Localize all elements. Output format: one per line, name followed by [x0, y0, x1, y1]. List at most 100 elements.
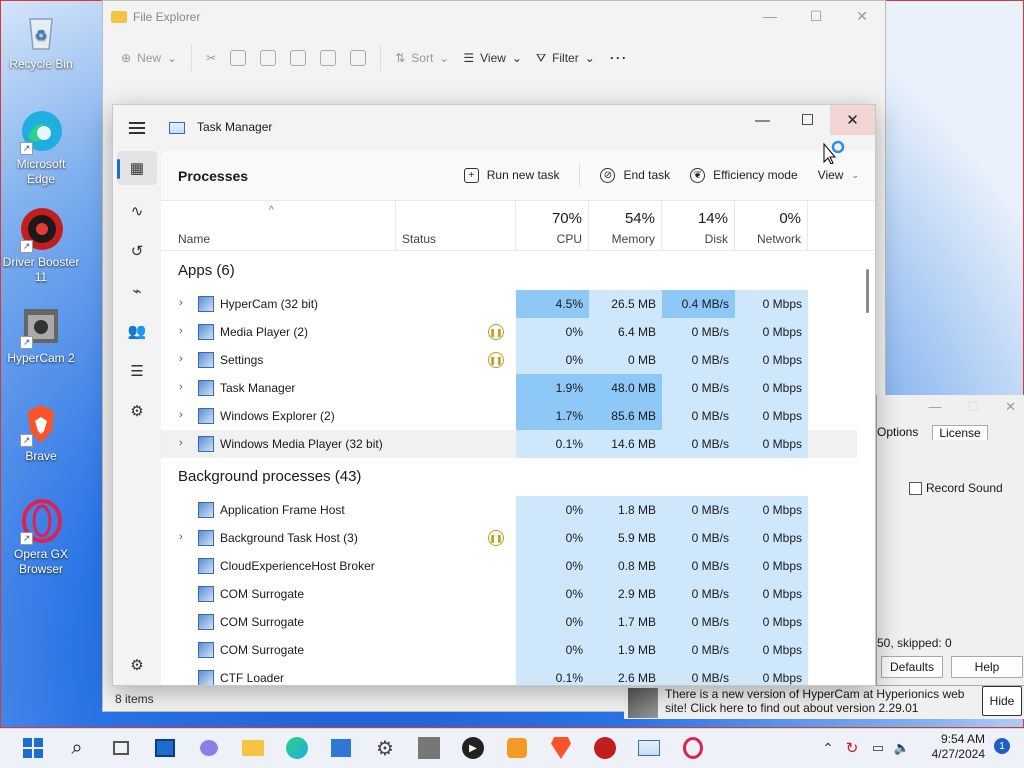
defaults-button[interactable]: Defaults [881, 656, 943, 678]
share-icon[interactable] [320, 50, 337, 66]
copy-icon[interactable] [230, 50, 247, 66]
windows-media-player-taskbar-icon[interactable] [504, 735, 530, 761]
opera-gx-taskbar-icon[interactable] [680, 735, 706, 761]
help-button[interactable]: Help [951, 656, 1023, 678]
column-name[interactable]: Name [161, 201, 396, 251]
clock[interactable]: 9:54 AM 4/27/2024 [932, 732, 985, 762]
process-row[interactable]: COM Surrogate 0% 1.9 MB 0 MB/s 0 Mbps [161, 636, 857, 664]
expand-chevron-icon[interactable]: › [179, 531, 183, 543]
column-network[interactable]: 0% Network [735, 201, 808, 251]
maximize-button[interactable]: ☐ [785, 105, 830, 135]
maximize-button[interactable]: ☐ [967, 399, 979, 415]
scrollbar-thumb[interactable] [866, 269, 869, 313]
update-notice[interactable]: There is a new version of HyperCam at Hy… [624, 685, 1024, 719]
record-sound-checkbox[interactable]: Record Sound [909, 481, 1003, 495]
nav-performance[interactable]: ∿ [127, 201, 147, 221]
process-row[interactable]: Application Frame Host 0% 1.8 MB 0 MB/s 0 Mb… [161, 496, 857, 524]
desktop-icon-driver-booster[interactable]: ↗ Driver Booster 11 [2, 207, 80, 285]
network-icon[interactable]: ▭ [868, 735, 888, 761]
nav-processes[interactable]: ▦ [117, 151, 157, 185]
run-new-task-button[interactable]: + Run new task [463, 167, 559, 183]
search-icon[interactable]: ⌕ [64, 735, 90, 761]
expand-chevron-icon[interactable]: › [179, 381, 183, 393]
expand-chevron-icon[interactable]: › [179, 409, 183, 421]
hide-button[interactable]: Hide [982, 686, 1022, 716]
view-button[interactable]: View ⌄ [818, 168, 859, 182]
view-button[interactable]: ☰ View ⌄ [463, 51, 522, 65]
hypercam-taskbar-icon[interactable] [416, 735, 442, 761]
column-status[interactable]: Status [396, 201, 516, 251]
desktop-icon-recycle-bin[interactable]: ♻ Recycle Bin [2, 9, 80, 72]
brave-taskbar-icon[interactable] [548, 735, 574, 761]
driver-booster-taskbar-icon[interactable] [592, 735, 618, 761]
chevron-up-icon[interactable]: ⌃ [818, 735, 838, 761]
column-memory[interactable]: 54% Memory [589, 201, 662, 251]
process-row[interactable]: › Settings ❚❚ 0% 0 MB 0 MB/s 0 Mbps [161, 346, 857, 374]
more-button[interactable]: ⋯ [609, 48, 627, 69]
close-button[interactable]: ✕ [839, 1, 885, 31]
maximize-button[interactable]: ☐ [793, 1, 839, 31]
process-row[interactable]: CloudExperienceHost Broker 0% 0.8 MB 0 MB/s… [161, 552, 857, 580]
close-button[interactable]: ✕ [1005, 399, 1016, 415]
process-row[interactable]: › Media Player (2) ❚❚ 0% 6.4 MB 0 MB/s 0 Mbps [161, 318, 857, 346]
widgets-icon[interactable] [152, 735, 178, 761]
update-notice-text[interactable]: There is a new version of HyperCam at Hy… [665, 687, 983, 715]
close-button[interactable]: ✕ [830, 105, 875, 135]
process-row[interactable]: COM Surrogate 0% 1.7 MB 0 MB/s 0 Mbps [161, 608, 857, 636]
nav-services[interactable]: ⚙ [127, 401, 147, 421]
process-row[interactable]: CTF Loader 0.1% 2.6 MB 0 MB/s 0 Mbps [161, 664, 857, 685]
desktop-icon-opera-gx[interactable]: ↗ Opera GX Browser [2, 499, 80, 577]
tab-license[interactable]: License [932, 425, 988, 440]
process-row[interactable]: › Background Task Host (3) ❚❚ 0% 5.9 MB 0 MB/… [161, 524, 857, 552]
chat-icon[interactable] [196, 735, 222, 761]
nav-users[interactable]: 👥 [127, 321, 147, 341]
rename-icon[interactable] [290, 50, 307, 66]
nav-startup-apps[interactable]: ⌁ [127, 281, 147, 301]
store-icon[interactable] [328, 735, 354, 761]
sort-button[interactable]: ⇅ Sort ⌄ [395, 51, 449, 65]
expand-chevron-icon[interactable]: › [179, 437, 183, 449]
expand-chevron-icon[interactable]: › [179, 353, 183, 365]
tab-options[interactable]: Options [877, 425, 918, 440]
sync-icon[interactable]: ↻ [842, 735, 862, 761]
new-button[interactable]: ⊕ New ⌄ [121, 51, 177, 65]
process-row[interactable]: › Windows Explorer (2) 1.7% 85.6 MB 0 MB/s 0 … [161, 402, 857, 430]
settings-taskbar-icon[interactable]: ⚙ [372, 735, 398, 761]
filter-button[interactable]: ⛛ Filter ⌄ [536, 51, 595, 66]
task-manager-titlebar[interactable]: Task Manager — ☐ ✕ [113, 105, 875, 151]
expand-chevron-icon[interactable]: › [179, 325, 183, 337]
column-cpu[interactable]: 70% CPU [516, 201, 589, 251]
nav-app-history[interactable]: ↺ [127, 241, 147, 261]
file-explorer-taskbar-icon[interactable] [240, 735, 266, 761]
process-row[interactable]: › Windows Media Player (32 bit) 0.1% 14.6 M… [161, 430, 857, 458]
delete-icon[interactable] [350, 50, 367, 66]
media-player-taskbar-icon[interactable]: ▶ [460, 735, 486, 761]
edge-taskbar-icon[interactable] [284, 735, 310, 761]
desktop-icon-brave[interactable]: ↗ Brave [2, 401, 80, 464]
desktop-icon-hypercam[interactable]: ↗ HyperCam 2 [2, 303, 80, 366]
minimize-button[interactable]: — [747, 1, 793, 31]
hamburger-menu-icon[interactable] [129, 122, 145, 134]
process-row[interactable]: › Task Manager 1.9% 48.0 MB 0 MB/s 0 Mbps [161, 374, 857, 402]
desktop-icon-edge[interactable]: ↗ Microsoft Edge [2, 109, 80, 187]
cut-icon[interactable]: ✂ [206, 51, 216, 65]
minimize-button[interactable]: — [928, 399, 941, 415]
nav-settings[interactable]: ⚙ [127, 655, 147, 675]
nav-details[interactable]: ☰ [127, 361, 147, 381]
task-manager-window[interactable]: Task Manager — ☐ ✕ ▦ ∿ ↺ ⌁ 👥 ☰ ⚙ ⚙ Proce… [112, 104, 876, 686]
notification-badge[interactable]: 1 [994, 738, 1010, 754]
volume-icon[interactable]: 🔈 [892, 735, 912, 761]
task-view-icon[interactable] [108, 735, 134, 761]
process-row[interactable]: › HyperCam (32 bit) 4.5% 26.5 MB 0.4 MB/s 0 M… [161, 290, 857, 318]
process-row[interactable]: COM Surrogate 0% 2.9 MB 0 MB/s 0 Mbps [161, 580, 857, 608]
checkbox-box[interactable] [909, 481, 922, 495]
task-manager-taskbar-icon[interactable] [636, 735, 662, 761]
end-task-button[interactable]: ⊘ End task [600, 167, 670, 183]
column-disk[interactable]: 14% Disk [662, 201, 735, 251]
hypercam-window[interactable]: — ☐ ✕ Options License Record Sound 50, s… [876, 395, 1024, 685]
start-button[interactable] [20, 735, 46, 761]
expand-chevron-icon[interactable]: › [179, 297, 183, 309]
efficiency-mode-button[interactable]: ❦ Efficiency mode [690, 167, 798, 183]
paste-icon[interactable] [260, 50, 277, 66]
minimize-button[interactable]: — [740, 105, 785, 135]
